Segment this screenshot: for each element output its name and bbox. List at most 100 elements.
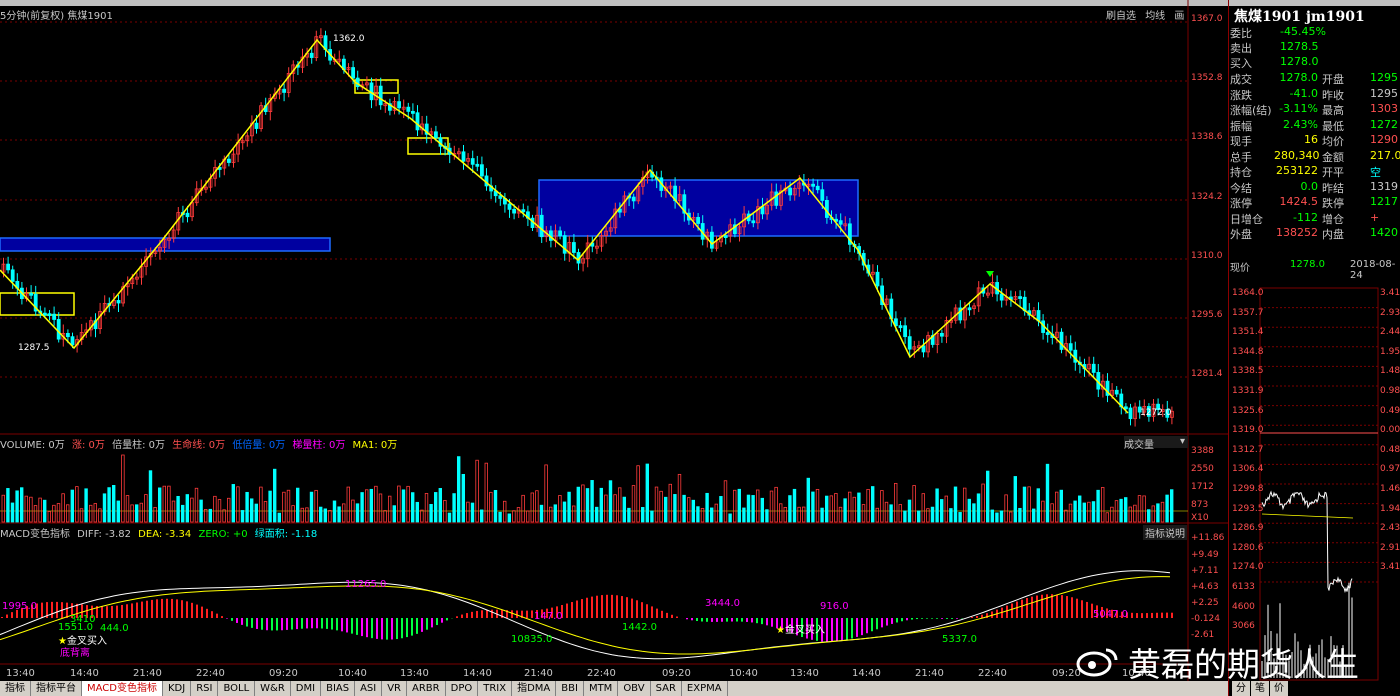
indicator-tab[interactable]: TRIX bbox=[478, 681, 513, 696]
volume-bar bbox=[420, 509, 424, 523]
indicator-tab[interactable]: RSI bbox=[191, 681, 219, 696]
volume-bar bbox=[774, 486, 778, 523]
volume-bar bbox=[116, 500, 120, 523]
volume-bar bbox=[277, 512, 281, 523]
contract-title: 焦煤1901 jm1901 bbox=[1234, 9, 1365, 25]
candle-body bbox=[461, 151, 466, 162]
volume-type-dropdown[interactable]: 成交量 ▾ bbox=[1124, 436, 1188, 451]
volume-bar bbox=[673, 494, 677, 523]
quote-value: 138252 bbox=[1276, 226, 1318, 239]
quote-row: 卖出 1278.5 bbox=[1230, 40, 1398, 55]
quote-row: 涨跌 -41.0 昨收 1295 bbox=[1230, 87, 1398, 102]
time-axis-tick: 21:40 bbox=[133, 668, 162, 679]
indicator-tab[interactable]: 指DMA bbox=[512, 681, 557, 696]
quote-date: 2018-08-24 bbox=[1350, 259, 1396, 281]
quote-value: 1303 bbox=[1370, 102, 1398, 115]
candle-body bbox=[254, 122, 259, 129]
indicator-help-button[interactable]: 指标说明 bbox=[1143, 525, 1187, 540]
volume-bar bbox=[659, 490, 663, 523]
volume-bar bbox=[802, 506, 806, 523]
candle-body bbox=[1091, 363, 1096, 373]
volume-bar bbox=[1009, 511, 1013, 523]
indicator-tab[interactable]: SAR bbox=[651, 681, 682, 696]
mini-axis-tick: 1338.5 bbox=[1232, 366, 1264, 377]
volume-bar bbox=[691, 499, 695, 523]
quote-value: 1420 bbox=[1370, 226, 1398, 239]
chevron-down-icon: ▾ bbox=[1179, 436, 1185, 447]
volume-bar bbox=[231, 484, 235, 523]
quote-value: 1295 bbox=[1370, 71, 1398, 84]
quote-label: 跌停 bbox=[1322, 197, 1344, 210]
chart-canvas[interactable] bbox=[0, 0, 1228, 681]
quote-label: 最高 bbox=[1322, 104, 1344, 117]
candle-body bbox=[56, 319, 61, 340]
volume-bar bbox=[1128, 506, 1132, 523]
candle-body bbox=[875, 271, 880, 287]
quote-row: 涨停 1424.5 跌停 1217 bbox=[1230, 195, 1398, 210]
indicator-tab[interactable]: BIAS bbox=[321, 681, 356, 696]
volume-bar bbox=[783, 506, 787, 523]
volume-bar bbox=[112, 485, 116, 523]
volume-bar bbox=[1036, 488, 1040, 523]
volume-bar bbox=[56, 503, 61, 523]
volume-bar bbox=[415, 501, 419, 523]
indicator-tab[interactable]: VR bbox=[382, 681, 408, 696]
indicator-tab[interactable]: OBV bbox=[618, 681, 651, 696]
indicator-tab[interactable]: KDJ bbox=[163, 681, 192, 696]
indicator-tab[interactable]: MACD变色指标 bbox=[82, 681, 163, 696]
volume-bar bbox=[341, 503, 346, 523]
indicator-tab[interactable]: W&R bbox=[255, 681, 291, 696]
volume-bar bbox=[447, 512, 452, 523]
volume-bar bbox=[742, 507, 746, 523]
candle-body bbox=[1059, 331, 1064, 350]
volume-bar bbox=[245, 491, 249, 523]
volume-bar bbox=[576, 486, 580, 523]
mini-axis-tick: 1.95 bbox=[1380, 346, 1400, 357]
volume-bar bbox=[512, 510, 516, 523]
quote-label: 开盘 bbox=[1322, 73, 1344, 86]
volume-bar bbox=[926, 508, 930, 523]
candle-body bbox=[838, 220, 843, 225]
volume-bar bbox=[604, 494, 608, 523]
quote-label: 成交 bbox=[1230, 73, 1252, 86]
volume-bar bbox=[1055, 491, 1059, 523]
volume-bar bbox=[1059, 489, 1063, 523]
volume-bar bbox=[636, 465, 640, 523]
volume-bar bbox=[282, 491, 286, 523]
mini-axis-tick: 4600 bbox=[1232, 601, 1255, 612]
indicator-tab[interactable]: ASI bbox=[355, 681, 383, 696]
volume-bar bbox=[1142, 495, 1146, 523]
quote-value: 16 bbox=[1304, 133, 1318, 146]
indicator-tab[interactable]: MTM bbox=[584, 681, 619, 696]
candle-body bbox=[1114, 389, 1119, 395]
macd-annotation: 3444.0 bbox=[705, 598, 740, 609]
time-axis-tick: 14:40 bbox=[852, 668, 881, 679]
volume-bar bbox=[286, 489, 291, 523]
volume-bar bbox=[401, 489, 406, 523]
indicator-tab[interactable]: EXPMA bbox=[682, 681, 728, 696]
indicator-tab[interactable]: BBI bbox=[556, 681, 584, 696]
volume-bar bbox=[222, 509, 226, 523]
volume-bar bbox=[843, 498, 847, 523]
indicator-tab[interactable]: DMI bbox=[291, 681, 322, 696]
volume-bar bbox=[797, 506, 801, 523]
volume-bar bbox=[157, 487, 162, 523]
volume-bar bbox=[424, 493, 429, 523]
candle-body bbox=[967, 307, 972, 311]
indicator-tab[interactable]: 指标 bbox=[0, 681, 31, 696]
indicator-tab[interactable]: ARBR bbox=[407, 681, 446, 696]
quote-label: 开平 bbox=[1322, 166, 1344, 179]
volume-bar bbox=[180, 504, 185, 523]
volume-bar bbox=[121, 454, 125, 523]
volume-bar bbox=[456, 456, 461, 523]
volume-bar bbox=[15, 490, 19, 523]
price-axis-tick: 1367.0 bbox=[1191, 14, 1223, 24]
volume-bar bbox=[66, 504, 70, 523]
candle-body bbox=[723, 235, 728, 238]
volume-bar bbox=[89, 504, 93, 523]
indicator-tab[interactable]: BOLL bbox=[218, 681, 256, 696]
quote-value: 217.0 bbox=[1370, 148, 1400, 162]
indicator-tab[interactable]: DPO bbox=[446, 681, 479, 696]
volume-bar bbox=[737, 488, 741, 523]
indicator-tab[interactable]: 指标平台 bbox=[31, 681, 82, 696]
